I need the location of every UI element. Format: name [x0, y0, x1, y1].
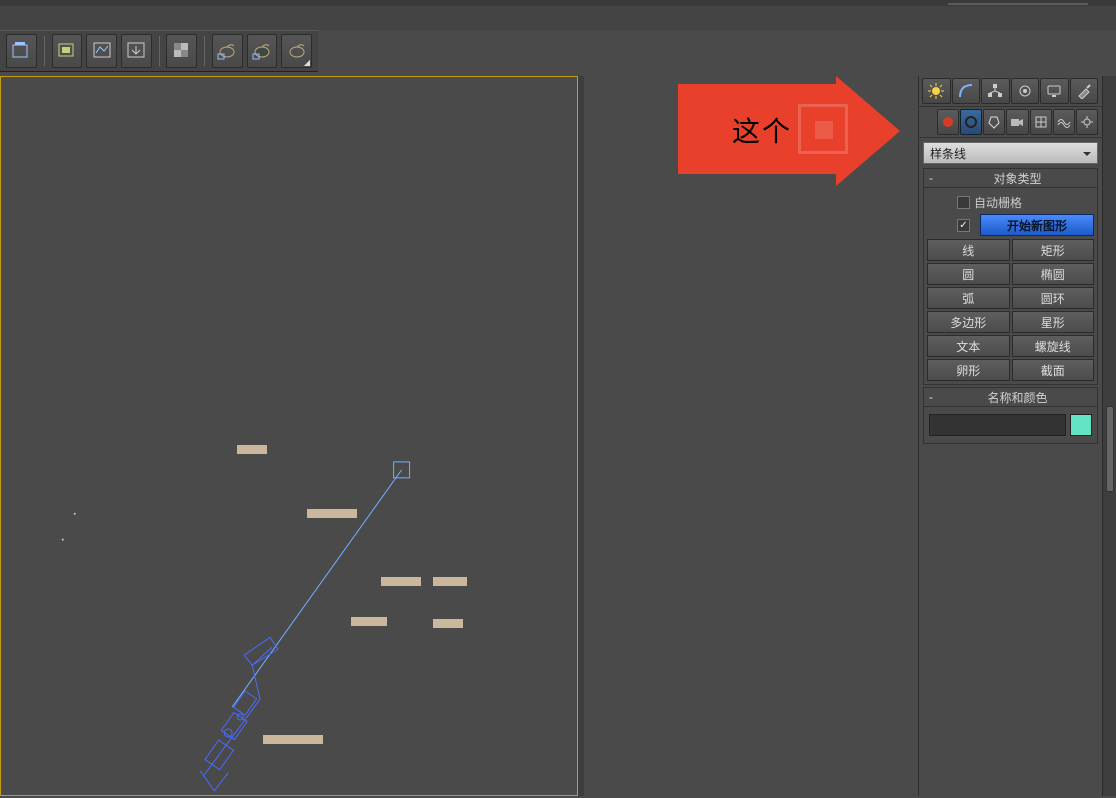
object-name-input[interactable]: [929, 414, 1066, 436]
viewport-right[interactable]: [584, 76, 898, 796]
shape-helix-button[interactable]: 螺旋线: [1012, 335, 1095, 357]
shape-category-dropdown[interactable]: 样条线: [923, 142, 1098, 164]
rollout-header-object-type[interactable]: - 对象类型: [923, 168, 1098, 188]
object-color-swatch[interactable]: [1070, 414, 1092, 436]
render-setup-button[interactable]: [6, 34, 37, 68]
command-panel-scrollthumb[interactable]: [1106, 406, 1114, 492]
command-panel-main-tabs: [919, 76, 1102, 107]
geometry-tab[interactable]: [937, 109, 959, 135]
tan-bar: [381, 577, 421, 586]
shape-egg-button[interactable]: 卵形: [927, 359, 1010, 381]
cameras-tab[interactable]: [1006, 109, 1028, 135]
toolbar-separator: [44, 36, 45, 66]
shape-arc-button[interactable]: 弧: [927, 287, 1010, 309]
utilities-tab[interactable]: [1070, 78, 1099, 104]
systems-tab[interactable]: [1076, 109, 1098, 135]
motion-tab[interactable]: [1011, 78, 1040, 104]
shape-star-button[interactable]: 星形: [1012, 311, 1095, 333]
shape-text-button[interactable]: 文本: [927, 335, 1010, 357]
rollout-title: 名称和颜色: [938, 389, 1097, 406]
start-new-shape-label: 开始新图形: [1007, 217, 1067, 234]
create-category-tabs: [919, 107, 1102, 138]
rollout-toggle: -: [924, 390, 938, 404]
rollout-title: 对象类型: [938, 170, 1097, 187]
shape-section-button[interactable]: 截面: [1012, 359, 1095, 381]
auto-grid-checkbox[interactable]: [957, 196, 970, 209]
main-area: 样条线 - 对象类型 自动栅格 开始新图形 线 矩形 圆 椭圆: [0, 72, 1116, 798]
render-preview-b-button[interactable]: [247, 34, 278, 68]
tan-bar: [263, 735, 323, 744]
rollout-toggle: -: [924, 171, 938, 185]
render-output-button[interactable]: [121, 34, 152, 68]
command-panel: 样条线 - 对象类型 自动栅格 开始新图形 线 矩形 圆 椭圆: [918, 76, 1116, 796]
command-panel-scrollrail[interactable]: [1102, 76, 1116, 796]
shape-rectangle-button[interactable]: 矩形: [1012, 239, 1095, 261]
spacewarps-tab[interactable]: [1053, 109, 1075, 135]
render-preview-a-button[interactable]: [212, 34, 243, 68]
tan-bar: [237, 445, 267, 454]
material-editor-button[interactable]: [166, 34, 197, 68]
modify-tab[interactable]: [952, 78, 981, 104]
render-window-button[interactable]: [86, 34, 117, 68]
toolbar-separator: [159, 36, 160, 66]
viewport-area[interactable]: [0, 76, 898, 798]
lights-tab[interactable]: [983, 109, 1005, 135]
shape-circle-button[interactable]: 圆: [927, 263, 1010, 285]
tan-bar: [351, 617, 387, 626]
shape-donut-button[interactable]: 圆环: [1012, 287, 1095, 309]
render-frame-button[interactable]: [52, 34, 83, 68]
render-preview-c-button[interactable]: ◢: [281, 34, 312, 68]
start-new-shape-checkbox[interactable]: [957, 219, 970, 232]
shape-button-grid: 线 矩形 圆 椭圆 弧 圆环 多边形 星形 文本 螺旋线 卵形 截面: [927, 239, 1094, 381]
shape-ellipse-button[interactable]: 椭圆: [1012, 263, 1095, 285]
display-tab[interactable]: [1040, 78, 1069, 104]
shape-ngon-button[interactable]: 多边形: [927, 311, 1010, 333]
rollout-header-name-color[interactable]: - 名称和颜色: [923, 387, 1098, 407]
create-tab[interactable]: [922, 78, 951, 104]
rollout-body-object-type: 自动栅格 开始新图形 线 矩形 圆 椭圆 弧 圆环 多边形 星形 文本 螺旋线 …: [923, 188, 1098, 385]
main-toolbar: ◢: [0, 30, 318, 72]
auto-grid-label: 自动栅格: [974, 194, 1022, 211]
dropdown-label: 样条线: [930, 145, 966, 162]
tan-bar: [307, 509, 357, 518]
toolbar-right-fill: [318, 30, 1116, 72]
hierarchy-tab[interactable]: [981, 78, 1010, 104]
toolbar-separator: [204, 36, 205, 66]
rollout-body-name-color: [923, 407, 1098, 444]
helpers-tab[interactable]: [1030, 109, 1052, 135]
shapes-tab[interactable]: [960, 109, 982, 135]
camera-wireframe: [1, 77, 577, 795]
start-new-shape-button[interactable]: 开始新图形: [980, 214, 1094, 236]
tan-bar: [433, 577, 467, 586]
top-toolstrip-bg: [0, 6, 1116, 30]
viewport-left[interactable]: [0, 76, 578, 796]
tan-bar: [433, 619, 463, 628]
shape-line-button[interactable]: 线: [927, 239, 1010, 261]
